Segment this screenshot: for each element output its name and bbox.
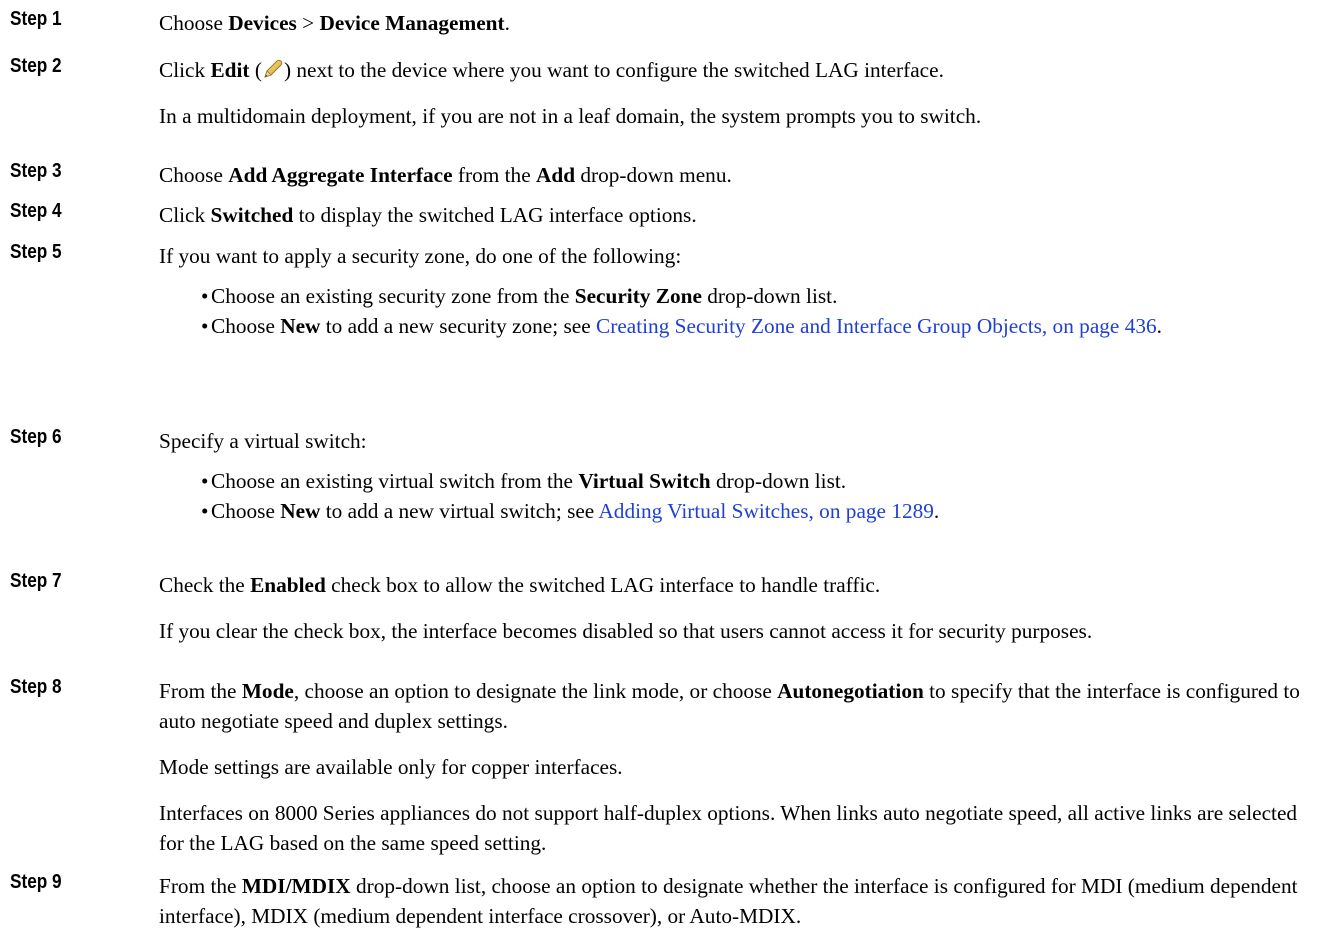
menu-device-management: Device Management bbox=[319, 11, 505, 35]
virtual-switch-link[interactable]: Adding Virtual Switches, on page 1289 bbox=[598, 499, 934, 523]
list-item: Choose an existing security zone from th… bbox=[201, 281, 1324, 311]
bullet-list: Choose an existing virtual switch from t… bbox=[159, 466, 1324, 526]
step-note: In a multidomain deployment, if you are … bbox=[159, 104, 982, 128]
step-text: Click Edit () next to the device where y… bbox=[159, 58, 944, 82]
step-note: Mode settings are available only for cop… bbox=[159, 755, 623, 779]
step-label: Step 3 bbox=[10, 160, 62, 182]
step-note: If you clear the check box, the interfac… bbox=[159, 619, 1093, 643]
step-text: From the Mode, choose an option to desig… bbox=[159, 679, 1300, 733]
step-label: Step 9 bbox=[10, 871, 62, 893]
list-item: Choose New to add a new virtual switch; … bbox=[201, 496, 1324, 526]
step-label: Step 1 bbox=[10, 8, 62, 30]
menu-devices: Devices bbox=[228, 11, 297, 35]
step-label: Step 5 bbox=[10, 241, 62, 263]
step-text: Click Switched to display the switched L… bbox=[159, 203, 697, 227]
step-label: Step 7 bbox=[10, 570, 62, 592]
step-note: Interfaces on 8000 Series appliances do … bbox=[159, 801, 1298, 855]
step-text: If you want to apply a security zone, do… bbox=[159, 244, 682, 268]
list-item: Choose New to add a new security zone; s… bbox=[201, 311, 1324, 341]
step-label: Step 6 bbox=[10, 426, 62, 448]
step-text: Specify a virtual switch: bbox=[159, 429, 367, 453]
edit-label: Edit bbox=[210, 58, 250, 82]
step-text: From the MDI/MDIX drop-down list, choose… bbox=[159, 874, 1298, 928]
step-label: Step 4 bbox=[10, 200, 62, 222]
bullet-list: Choose an existing security zone from th… bbox=[159, 281, 1324, 341]
step-text: Choose Add Aggregate Interface from the … bbox=[159, 163, 732, 187]
step-text: Check the Enabled check box to allow the… bbox=[159, 573, 881, 597]
step-text: Choose Devices > Device Management. bbox=[159, 11, 510, 35]
list-item: Choose an existing virtual switch from t… bbox=[201, 466, 1324, 496]
security-zone-link[interactable]: Creating Security Zone and Interface Gro… bbox=[596, 314, 1157, 338]
pencil-icon bbox=[262, 58, 284, 80]
step-label: Step 8 bbox=[10, 676, 62, 698]
step-label: Step 2 bbox=[10, 55, 62, 77]
